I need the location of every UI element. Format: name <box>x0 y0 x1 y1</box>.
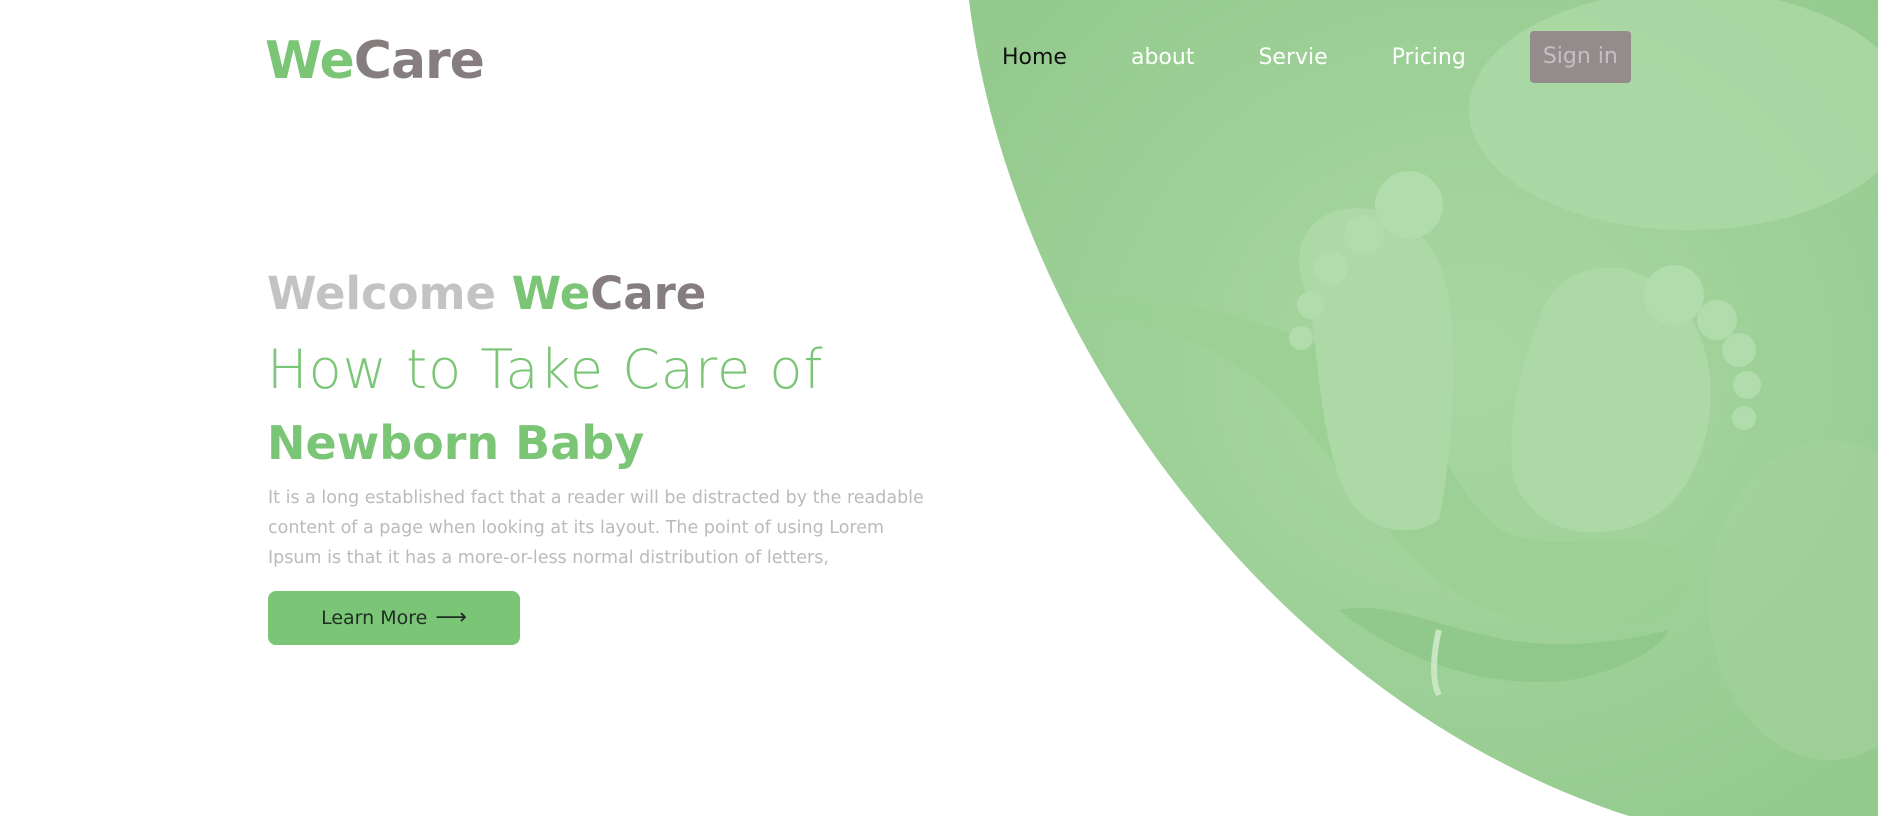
hero-subhead: Newborn Baby <box>267 416 645 470</box>
logo-we: We <box>265 31 355 91</box>
nav-item-pricing[interactable]: Pricing <box>1392 45 1466 70</box>
main-nav: Home about Servie Pricing Sign in <box>1002 28 1631 86</box>
learn-more-label: Learn More <box>321 607 428 629</box>
sign-in-button[interactable]: Sign in <box>1529 31 1631 83</box>
nav-item-about[interactable]: about <box>1131 45 1194 70</box>
baby-feet-photo <box>969 0 1878 816</box>
hero-description: It is a long established fact that a rea… <box>268 488 924 568</box>
logo-care: Care <box>353 31 485 91</box>
landing-page: WeCare Home about Servie Pricing Sign in… <box>0 0 1878 816</box>
logo[interactable]: WeCare <box>265 26 485 96</box>
welcome-we: We <box>511 267 591 320</box>
hero-headline: How to Take Care of <box>267 338 824 401</box>
learn-more-button[interactable]: Learn More ⟶ <box>268 591 520 645</box>
welcome-heading: Welcome WeCare <box>267 266 706 322</box>
welcome-care: Care <box>590 267 707 320</box>
nav-item-home[interactable]: Home <box>1002 45 1067 70</box>
hero-image <box>969 0 1878 816</box>
welcome-prefix: Welcome <box>267 267 496 320</box>
nav-item-services[interactable]: Servie <box>1258 45 1327 70</box>
arrow-right-icon: ⟶ <box>435 605 467 630</box>
